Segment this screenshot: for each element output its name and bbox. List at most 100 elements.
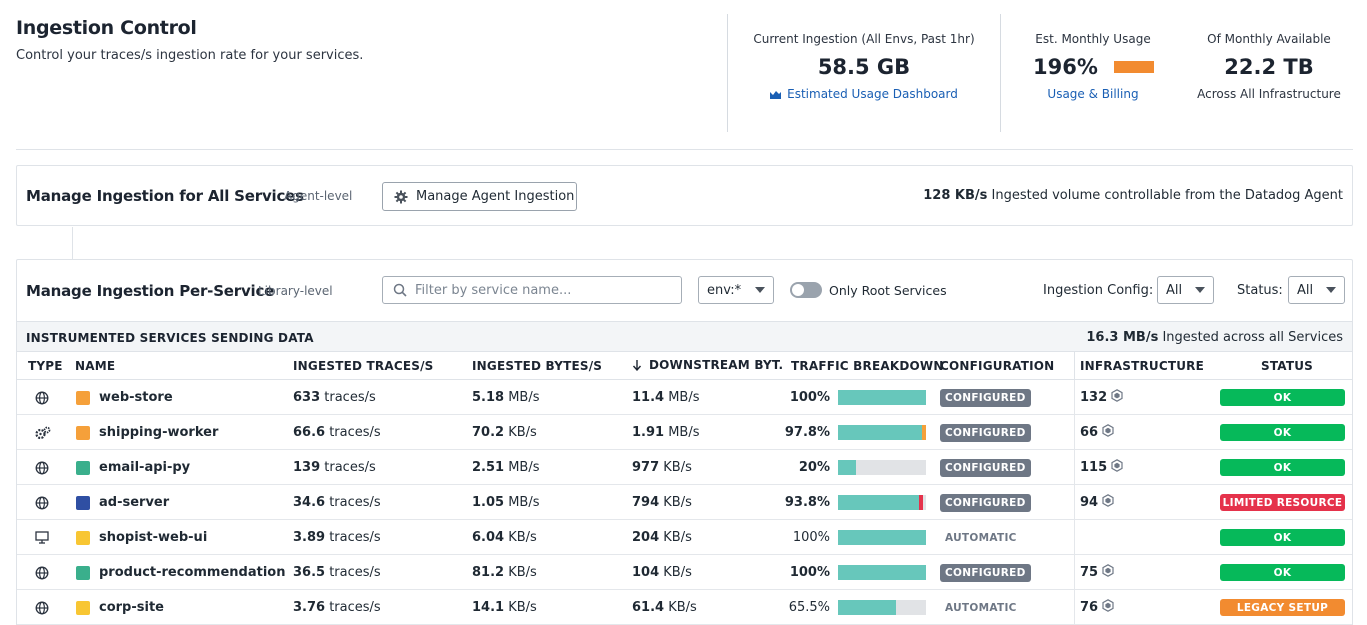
ingested-traces-value: 3.76 <box>293 600 326 615</box>
area-chart-icon <box>770 91 782 99</box>
traffic-percent: 20% <box>797 450 830 485</box>
table-row[interactable]: shopist-web-ui 3.89 traces/s 6.04 KB/s 204 … <box>17 520 1352 555</box>
globe-icon <box>35 391 49 405</box>
column-infrastructure[interactable]: INFRASTRUCTURE <box>1080 359 1204 373</box>
status-filter-value: All <box>1297 282 1314 298</box>
downstream-bytes-unit: KB/s <box>664 600 697 615</box>
agent-panel-title: Manage Ingestion for All Services <box>26 187 304 205</box>
root-services-toggle[interactable] <box>790 282 822 298</box>
estimated-usage-dashboard-link[interactable]: Estimated Usage Dashboard <box>735 87 993 101</box>
column-configuration[interactable]: CONFIGURATION <box>940 359 1054 373</box>
service-name[interactable]: email-api-py <box>76 450 190 485</box>
traffic-breakdown-bar <box>838 590 926 625</box>
infrastructure[interactable]: 76 <box>1080 590 1114 625</box>
traffic-percent: 100% <box>790 380 830 415</box>
service-name[interactable]: shopist-web-ui <box>76 520 207 555</box>
table-row[interactable]: email-api-py 139 traces/s 2.51 MB/s 977 KB/… <box>17 450 1352 485</box>
estimated-usage-dashboard-label: Estimated Usage Dashboard <box>787 87 958 101</box>
status[interactable]: LEGACY SETUP <box>1220 590 1345 625</box>
table-row[interactable]: product-recommendation 36.5 traces/s 81.2 … <box>17 555 1352 590</box>
service-name[interactable]: product-recommendation <box>76 555 286 590</box>
status[interactable]: LIMITED RESOURCE <box>1220 485 1345 520</box>
configuration-tag: CONFIGURED <box>940 388 1031 407</box>
column-traffic-breakdown[interactable]: TRAFFIC BREAKDOWN <box>791 359 944 373</box>
column-ingested-bytes[interactable]: INGESTED BYTES/S <box>472 359 602 373</box>
host-icon <box>1102 564 1114 581</box>
service-type <box>35 380 49 415</box>
status-filter-label: Status: <box>1237 283 1283 298</box>
traffic-percent-value: 100% <box>792 530 830 545</box>
infrastructure[interactable]: 75 <box>1080 555 1114 590</box>
infrastructure[interactable]: 132 <box>1080 380 1123 415</box>
service-type <box>35 485 49 520</box>
services-total-value: 16.3 MB/s <box>1086 330 1159 345</box>
downstream-bytes-value: 104 <box>632 565 660 580</box>
service-name-label: shopist-web-ui <box>99 530 208 545</box>
service-search-input[interactable]: Filter by service name... <box>382 276 682 304</box>
traffic-bar-fill <box>838 565 926 580</box>
service-color-swatch <box>76 530 90 545</box>
ingested-traces-unit: traces/s <box>325 495 381 510</box>
ingested-bytes-value: 14.1 <box>472 600 505 615</box>
ingested-bytes-value: 70.2 <box>472 425 505 440</box>
column-downstream-bytes[interactable]: DOWNSTREAM BYT... <box>632 358 784 372</box>
configuration-tag: CONFIGURED <box>940 563 1031 582</box>
infrastructure[interactable]: 94 <box>1080 485 1114 520</box>
service-name[interactable]: ad-server <box>76 485 169 520</box>
traffic-percent-value: 93.8% <box>784 495 830 510</box>
table-row[interactable]: ad-server 34.6 traces/s 1.05 MB/s 794 KB/s 9… <box>17 485 1352 520</box>
infrastructure[interactable]: 115 <box>1080 450 1123 485</box>
status[interactable]: OK <box>1220 415 1345 450</box>
status-filter-select[interactable]: All <box>1288 276 1345 304</box>
traffic-bar-fill <box>838 425 925 440</box>
table-row[interactable]: shipping-worker 66.6 traces/s 70.2 KB/s 1.9… <box>17 415 1352 450</box>
table-row[interactable]: web-store 633 traces/s 5.18 MB/s 11.4 MB/s 1… <box>17 380 1352 415</box>
status[interactable]: OK <box>1220 450 1345 485</box>
column-type[interactable]: TYPE <box>28 359 63 373</box>
ingested-bytes-value: 1.05 <box>472 495 505 510</box>
status[interactable]: OK <box>1220 380 1345 415</box>
ingested-bytes: 70.2 KB/s <box>472 415 537 450</box>
configuration-tag: CONFIGURED <box>940 458 1031 477</box>
traffic-bar <box>838 460 926 475</box>
services-total: 16.3 MB/s Ingested across all Services <box>1086 330 1343 345</box>
chevron-down-icon <box>755 287 765 293</box>
column-ingested-traces[interactable]: INGESTED TRACES/S <box>293 359 434 373</box>
usage-billing-link[interactable]: Usage & Billing <box>1008 87 1178 101</box>
traffic-percent-value: 97.8% <box>784 425 830 440</box>
ingested-bytes-unit: MB/s <box>504 460 540 475</box>
agent-ingestion-panel: Manage Ingestion for All Services Agent-… <box>16 165 1353 226</box>
ingested-bytes-value: 2.51 <box>472 460 505 475</box>
column-name[interactable]: NAME <box>75 359 115 373</box>
table-row[interactable]: corp-site 3.76 traces/s 14.1 KB/s 61.4 KB/s… <box>17 590 1352 625</box>
manage-agent-ingestion-button[interactable]: Manage Agent Ingestion <box>382 182 577 211</box>
configuration: CONFIGURED <box>940 380 1031 415</box>
env-select[interactable]: env:* <box>698 276 774 304</box>
service-name-label: product-recommendation <box>99 565 286 580</box>
column-divider <box>1074 450 1075 485</box>
current-ingestion-value: 58.5 GB <box>817 55 911 79</box>
infrastructure[interactable]: 66 <box>1080 415 1114 450</box>
service-name[interactable]: web-store <box>76 380 173 415</box>
root-services-toggle-group: Only Root Services <box>790 282 947 298</box>
sort-down-icon <box>632 360 642 371</box>
ingested-bytes-unit: MB/s <box>504 495 540 510</box>
host-icon <box>1102 424 1114 441</box>
service-name[interactable]: shipping-worker <box>76 415 218 450</box>
ingested-traces: 3.76 traces/s <box>293 590 381 625</box>
configuration: CONFIGURED <box>940 450 1031 485</box>
traffic-bar-fill <box>838 460 856 475</box>
column-divider <box>1074 415 1075 450</box>
status-badge: LIMITED RESOURCE <box>1220 494 1345 511</box>
status[interactable]: OK <box>1220 520 1345 555</box>
service-name[interactable]: corp-site <box>76 590 164 625</box>
traffic-percent: 97.8% <box>785 415 830 450</box>
ingestion-config-select[interactable]: All <box>1157 276 1214 304</box>
status-badge: OK <box>1220 389 1345 406</box>
downstream-bytes: 104 KB/s <box>632 555 692 590</box>
status[interactable]: OK <box>1220 555 1345 590</box>
traffic-percent-value: 100% <box>789 390 830 405</box>
ingested-bytes: 81.2 KB/s <box>472 555 537 590</box>
column-divider <box>1074 380 1075 415</box>
column-status[interactable]: STATUS <box>1261 359 1313 373</box>
